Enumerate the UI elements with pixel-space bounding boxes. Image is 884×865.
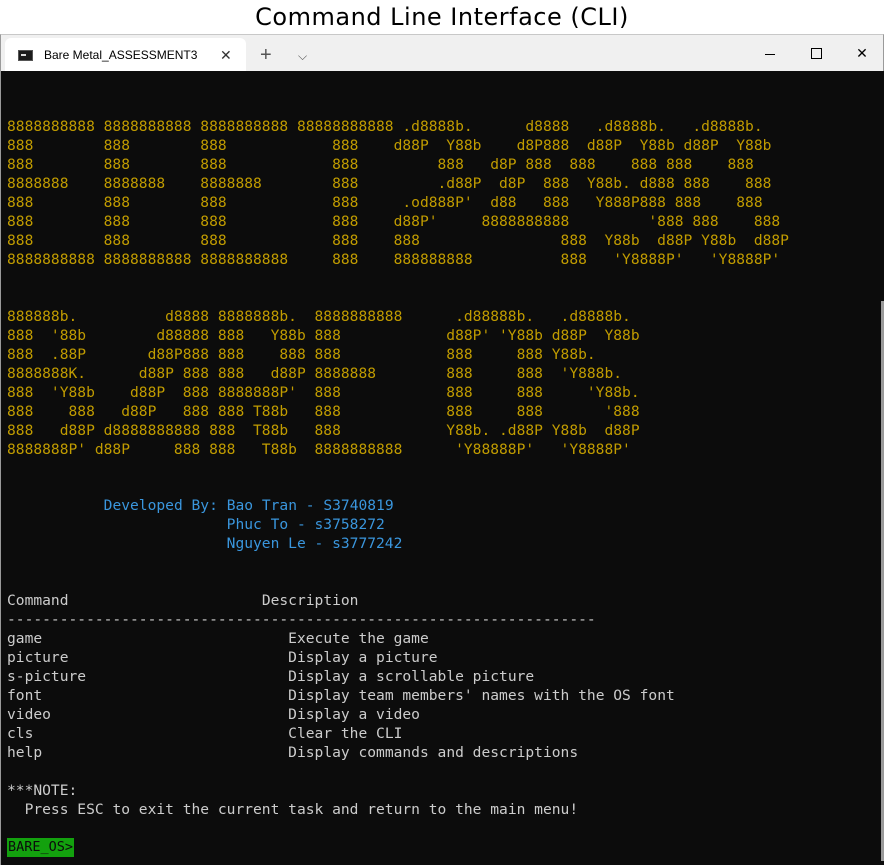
note-block: ***NOTE: Press ESC to exit the current t… [7, 781, 578, 819]
command-name: font [7, 687, 43, 704]
window-titlebar: Bare Metal_ASSESSMENT3 ✕ + ⌵ ✕ [0, 34, 884, 73]
command-table-header: Command Description --------------------… [7, 591, 596, 629]
command-description: Execute the game [288, 630, 429, 647]
command-name: s-picture [7, 668, 87, 685]
developed-by-label: Developed By: [103, 497, 218, 514]
credits: Developed By: Bao Tran - S3740819 Phuc T… [7, 496, 403, 553]
command-name: cls [7, 725, 34, 742]
command-row: cls Clear the CLI [7, 725, 402, 742]
header-command: Command [7, 592, 69, 609]
terminal-icon [18, 50, 33, 61]
command-name: picture [7, 649, 69, 666]
command-list: game Execute the game picture Display a … [7, 629, 675, 762]
tab-title: Bare Metal_ASSESSMENT3 [44, 48, 198, 62]
command-name: video [7, 706, 51, 723]
command-description: Display a picture [288, 649, 438, 666]
tab-close-icon[interactable]: ✕ [220, 38, 232, 72]
command-prompt[interactable]: BARE_OS> [7, 838, 75, 857]
maximize-icon[interactable] [793, 35, 839, 71]
command-row: game Execute the game [7, 630, 429, 647]
command-row: help Display commands and descriptions [7, 744, 578, 761]
page-caption: Command Line Interface (CLI) [255, 3, 629, 31]
credit-member: Phuc To - s3758272 [226, 516, 385, 533]
note-title: ***NOTE: [7, 782, 78, 799]
credit-member: Nguyen Le - s3777242 [226, 535, 403, 552]
minimize-icon[interactable] [747, 35, 793, 71]
command-row: video Display a video [7, 706, 420, 723]
tab-bare-metal[interactable]: Bare Metal_ASSESSMENT3 ✕ [5, 38, 246, 72]
command-row: s-picture Display a scrollable picture [7, 668, 534, 685]
command-name: game [7, 630, 43, 647]
command-description: Display a scrollable picture [288, 668, 535, 685]
header-description: Description [261, 592, 359, 609]
command-row: picture Display a picture [7, 649, 438, 666]
chevron-down-icon[interactable]: ⌵ [298, 39, 307, 73]
command-row: font Display team members' names with th… [7, 687, 675, 704]
command-description: Clear the CLI [288, 725, 403, 742]
terminal-window[interactable]: 8888888888 8888888888 8888888888 8888888… [0, 71, 884, 865]
ascii-banner-bare-os: 888888b. d8888 8888888b. 8888888888 .d88… [7, 308, 640, 458]
close-icon[interactable]: ✕ [839, 35, 884, 71]
command-description: Display team members' names with the OS … [288, 687, 675, 704]
ascii-banner-eeet4093: 8888888888 8888888888 8888888888 8888888… [7, 118, 789, 268]
command-description: Display a video [288, 706, 420, 723]
plus-icon[interactable]: + [260, 38, 272, 72]
credit-member: Bao Tran - S3740819 [226, 497, 394, 514]
note-text: Press ESC to exit the current task and r… [24, 801, 579, 818]
command-name: help [7, 744, 43, 761]
header-separator: ----------------------------------------… [7, 611, 596, 628]
command-description: Display commands and descriptions [288, 744, 579, 761]
